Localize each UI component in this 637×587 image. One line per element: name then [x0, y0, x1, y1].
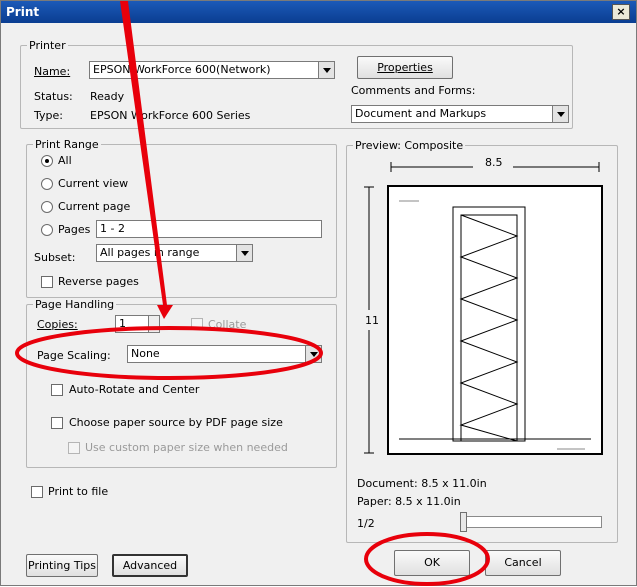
red-annotation-overlay [15, 1, 490, 586]
print-dialog: Print × Printer Name: EPSON WorkForce 60… [0, 0, 637, 586]
